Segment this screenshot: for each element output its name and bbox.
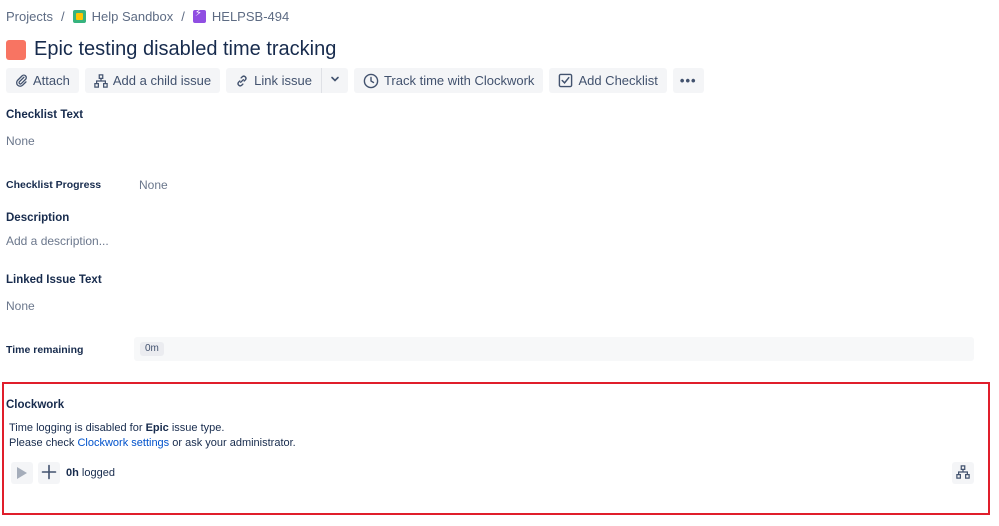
issue-toolbar: Attach Add a child issue Link issue Trac… [6,68,710,93]
breadcrumb-separator: / [181,9,185,24]
start-timer-button[interactable] [11,462,33,484]
clockwork-disabled-message: Time logging is disabled for Epic issue … [9,422,224,434]
attach-button[interactable]: Attach [6,68,79,93]
attach-label: Attach [33,73,70,88]
clockwork-settings-suffix: or ask your administrator. [169,437,296,449]
description-label: Description [6,212,70,224]
project-avatar-icon [72,10,86,23]
breadcrumb-projects-link[interactable]: Projects [6,9,53,24]
logged-time: 0h logged [66,467,115,479]
plus-icon [41,464,57,483]
clockwork-settings-link[interactable]: Clockwork settings [77,437,169,449]
track-time-label: Track time with Clockwork [383,73,535,88]
checklist-progress-label: Checklist Progress [6,179,102,191]
add-child-issue-label: Add a child issue [112,73,212,88]
play-icon [17,467,27,479]
track-time-clockwork-button[interactable]: Track time with Clockwork [353,68,544,93]
clockwork-title: Clockwork [6,399,65,411]
clockwork-message-suffix: issue type. [168,422,225,434]
breadcrumb-project-label: Help Sandbox [91,9,174,24]
issue-header: Epic testing disabled time tracking [6,38,336,61]
time-remaining-field[interactable] [134,337,974,361]
link-issue-label: Link issue [254,73,312,88]
clockwork-settings-message: Please check Clockwork settings or ask y… [9,437,296,449]
checklist-text-label: Checklist Text [6,109,84,121]
checkbox-icon [558,73,573,88]
link-issue-dropdown-button[interactable] [320,68,348,93]
breadcrumb: Projects / Help Sandbox / HELPSB-494 [6,8,290,24]
link-issue-split-button: Link issue [226,68,348,93]
breadcrumb-issue-link[interactable]: HELPSB-494 [192,8,290,24]
hierarchy-icon [956,464,970,482]
link-issue-button[interactable]: Link issue [226,68,321,93]
linked-issue-text-value[interactable]: None [6,299,35,313]
time-remaining-label: Time remaining [6,344,84,356]
add-child-issue-button[interactable]: Add a child issue [84,68,221,93]
breadcrumb-project-link[interactable]: Help Sandbox [72,9,174,24]
hierarchy-icon [94,73,108,88]
description-field[interactable]: Add a description... [6,234,109,248]
paperclip-icon [15,74,28,87]
epic-type-icon [192,8,206,23]
issue-title[interactable]: Epic testing disabled time tracking [34,38,336,61]
add-worklog-button[interactable] [38,462,60,484]
clockwork-message-prefix: Time logging is disabled for [9,422,146,434]
chevron-down-icon [330,74,340,87]
add-checklist-label: Add Checklist [578,73,658,88]
breadcrumb-issue-key: HELPSB-494 [211,9,290,24]
checklist-text-value[interactable]: None [6,134,35,148]
logged-time-value: 0h [66,467,79,479]
logged-time-label: logged [78,467,115,479]
linked-issue-text-label: Linked Issue Text [6,274,102,286]
issue-hierarchy-button[interactable] [952,462,974,484]
clock-icon [363,73,379,89]
clockwork-issue-type: Epic [145,422,169,434]
breadcrumb-separator: / [60,9,65,24]
more-actions-button[interactable]: ••• [672,68,704,93]
more-icon: ••• [679,73,697,88]
link-icon [235,74,249,88]
issue-color-swatch[interactable] [6,39,26,60]
checklist-progress-value[interactable]: None [139,178,168,192]
clockwork-settings-prefix: Please check [9,437,78,449]
time-remaining-lozenge: 0m [140,342,164,356]
add-checklist-button[interactable]: Add Checklist [549,68,667,93]
